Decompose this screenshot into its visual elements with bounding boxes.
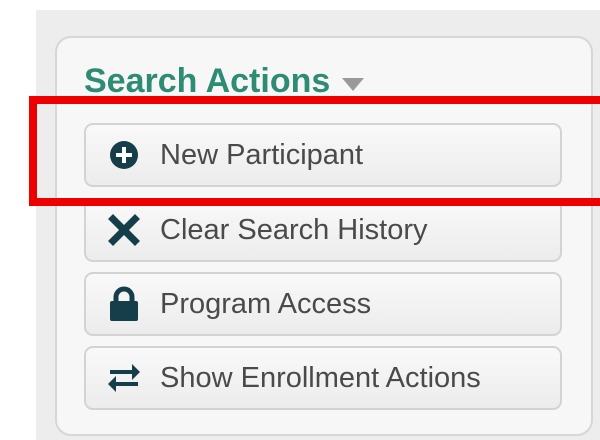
clear-search-history-button[interactable]: Clear Search History (84, 198, 562, 262)
panel-title: Search Actions (84, 61, 331, 100)
search-actions-header[interactable]: Search Actions (84, 58, 365, 104)
show-enrollment-actions-button[interactable]: Show Enrollment Actions (84, 346, 562, 410)
program-access-button[interactable]: Program Access (84, 272, 562, 336)
new-participant-label: New Participant (160, 138, 364, 171)
plus-circle-icon (104, 135, 144, 175)
show-enrollment-actions-label: Show Enrollment Actions (160, 361, 481, 394)
new-participant-button[interactable]: New Participant (84, 123, 562, 187)
exchange-arrows-icon (104, 358, 144, 398)
x-icon (104, 210, 144, 250)
lock-icon (104, 284, 144, 324)
caret-down-icon[interactable] (342, 77, 365, 91)
clear-search-history-label: Clear Search History (160, 213, 428, 246)
program-access-label: Program Access (160, 287, 372, 320)
page: Search Actions New Participant Clear Sea… (0, 0, 600, 440)
